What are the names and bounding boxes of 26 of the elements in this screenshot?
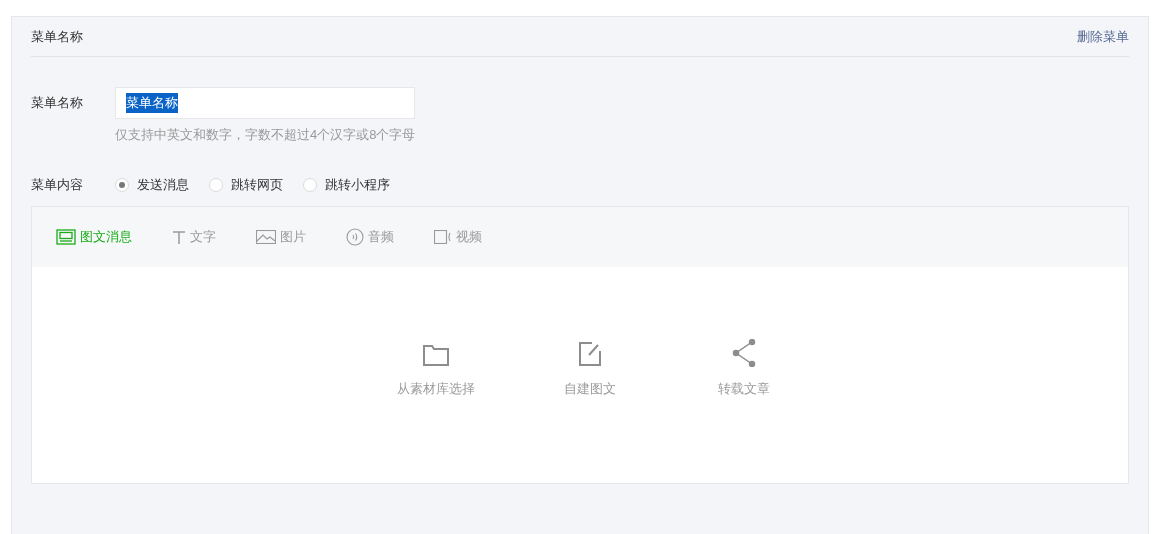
audio-icon bbox=[346, 227, 364, 246]
action-button[interactable]: 从素材库选择 bbox=[390, 338, 482, 398]
text-icon bbox=[172, 229, 186, 244]
radio-label[interactable]: 发送消息 bbox=[137, 174, 189, 195]
field-label: 菜单名称 bbox=[31, 94, 84, 112]
radio-button[interactable] bbox=[115, 177, 129, 192]
tab[interactable]: 图片 bbox=[256, 226, 306, 247]
share-icon bbox=[732, 338, 756, 367]
action-button[interactable]: 自建图文 bbox=[544, 338, 636, 398]
tab[interactable]: 视频 bbox=[434, 226, 482, 247]
delete-menu-link[interactable]: 删除菜单 bbox=[1077, 26, 1129, 47]
tab[interactable]: 文字 bbox=[172, 226, 216, 247]
hint-text: 仅支持中英文和数字，字数不超过4个汉字或8个字母 bbox=[115, 126, 416, 144]
tab[interactable]: 音频 bbox=[346, 226, 394, 247]
section-title: 菜单名称 bbox=[31, 27, 83, 46]
news-icon bbox=[56, 228, 76, 245]
input-field[interactable]: 菜单名称 bbox=[115, 87, 415, 119]
image-icon bbox=[256, 229, 276, 244]
radio-label[interactable]: 跳转小程序 bbox=[325, 174, 390, 195]
video-icon bbox=[434, 229, 452, 244]
field-label: 菜单内容 bbox=[31, 175, 84, 194]
action-button[interactable]: 转载文章 bbox=[698, 338, 790, 398]
radio-button[interactable] bbox=[209, 177, 223, 192]
radio-button[interactable] bbox=[303, 177, 317, 192]
tab[interactable]: 图文消息 bbox=[56, 226, 132, 247]
radio-label[interactable]: 跳转网页 bbox=[231, 174, 283, 195]
